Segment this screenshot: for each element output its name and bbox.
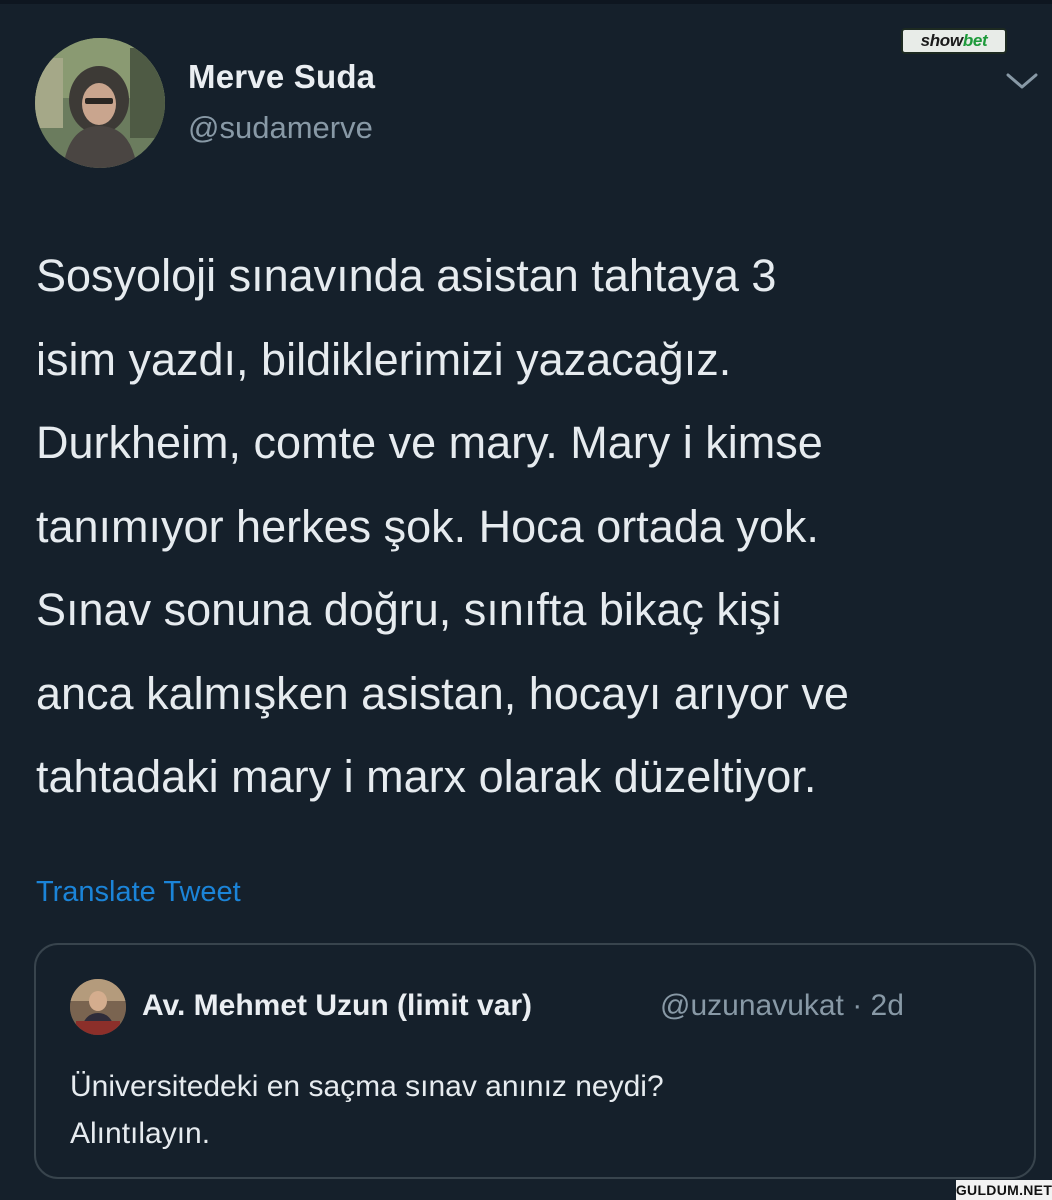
tweet-screenshot: Merve Suda @sudamerve show bet Sosyoloji …	[0, 0, 1052, 1200]
top-divider	[0, 0, 1052, 4]
quoted-profile-photo-icon	[70, 979, 126, 1035]
author-handle[interactable]: @sudamerve	[188, 110, 373, 146]
chevron-down-icon[interactable]	[1004, 70, 1040, 92]
watermark-part: bet	[962, 31, 988, 50]
quoted-text-line: Üniversitedeki en saçma sınav anınız ney…	[70, 1070, 664, 1103]
tweet-text-line: tahtadaki mary i marx olarak düzeltiyor.	[36, 751, 817, 802]
showbet-watermark: show bet	[901, 28, 1007, 54]
tweet-text-line: tanımıyor herkes şok. Hoca ortada yok.	[36, 500, 819, 552]
quoted-tweet-card[interactable]: Av. Mehmet Uzun (limit var) @uzunavukat …	[34, 943, 1036, 1179]
watermark-part: show	[920, 31, 964, 50]
quoted-author-handle-time[interactable]: @uzunavukat · 2d	[660, 989, 904, 1023]
tweet-text-line: Sosyoloji sınavında asistan tahtaya 3	[36, 250, 777, 301]
tweet-text-line: Sınav sonuna doğru, sınıfta bikaç kişi	[36, 584, 782, 635]
quoted-author-avatar[interactable]	[70, 979, 126, 1035]
quoted-text-line: Alıntılayın.	[70, 1117, 211, 1150]
site-watermark: GULDUM.NET	[955, 1180, 1052, 1200]
tweet-text: Sosyoloji sınavında asistan tahtaya 3 is…	[36, 234, 1026, 819]
tweet-text-line: isim yazdı, bildiklerimizi yazacağız.	[36, 333, 732, 385]
author-avatar[interactable]	[35, 38, 165, 168]
author-display-name[interactable]: Merve Suda	[188, 58, 375, 96]
translate-tweet-link[interactable]: Translate Tweet	[36, 876, 241, 909]
tweet-text-line: anca kalmışken asistan, hocayı arıyor ve	[36, 667, 849, 719]
profile-photo-icon	[35, 38, 165, 168]
tweet-text-line: Durkheim, comte ve mary. Mary i kimse	[36, 417, 823, 468]
quoted-author-name[interactable]: Av. Mehmet Uzun (limit var)	[142, 989, 532, 1023]
quoted-tweet-text: Üniversitedeki en saçma sınav anınız ney…	[70, 1063, 1010, 1157]
